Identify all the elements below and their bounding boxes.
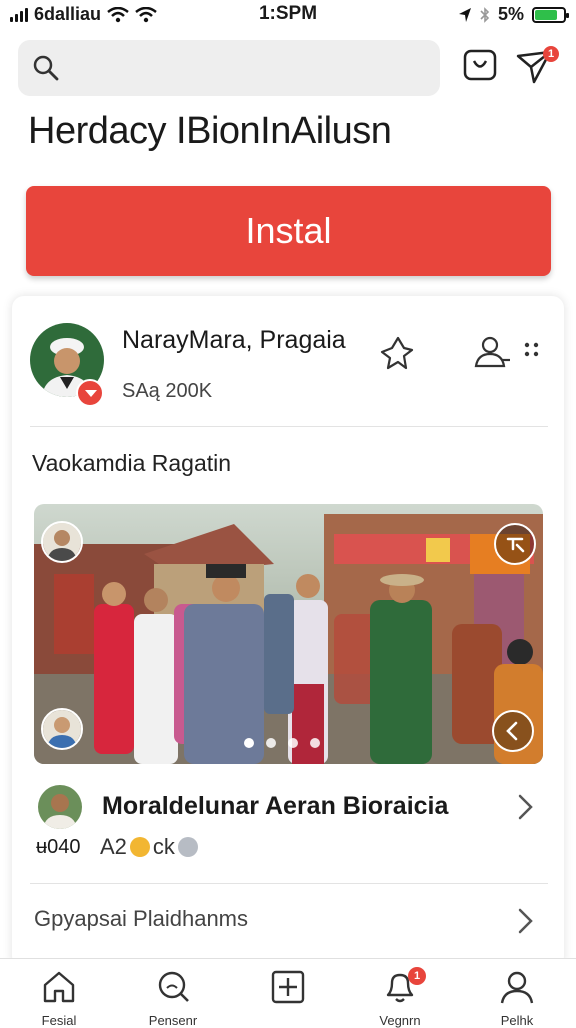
search-chat-icon [158,971,189,1002]
search-bar[interactable] [18,40,440,98]
comment-avatar[interactable] [38,785,82,829]
battery-icon [532,6,569,23]
carousel-dot[interactable] [244,738,254,748]
comment-meta-prefix: A2 [100,834,127,859]
page-title: Herdacy IBionInAilusn [28,110,392,152]
market-scene-image [34,504,543,764]
globe-icon [177,837,198,857]
emoji-icon [129,837,150,857]
comment-count: ʉ040 [36,836,81,858]
chevron-right-icon-2[interactable] [512,906,538,936]
carousel-dots[interactable] [244,738,320,748]
photo-next-button[interactable] [492,710,534,752]
tab-create[interactable] [240,959,336,1025]
battery-level [535,9,557,20]
status-right: 5% [458,4,569,25]
carousel-dot[interactable] [266,738,276,748]
bluetooth-icon [480,6,490,23]
photo-user-thumb-top[interactable] [41,521,83,563]
search-icon [33,55,59,81]
chevron-icon [506,721,518,741]
user-thumb-image-2 [43,710,81,748]
tab-notifications[interactable]: 1 Vegnrn [352,959,448,1028]
photo-action-button[interactable] [494,523,536,565]
profile-icon [500,971,534,1004]
post-caption: Vaokamdia Ragatin [32,450,232,476]
messages-icon[interactable] [460,46,500,86]
comment-avatar-image [38,785,82,829]
tab-label: Fesial [41,1013,77,1028]
home-icon [43,971,75,1003]
comment-meta: A2 ck [100,834,198,860]
chevron-right-icon[interactable] [512,792,538,822]
comment-title[interactable]: Moraldelunar Aeran Bioraicia [102,792,448,821]
user-thumb-image [43,523,81,561]
tab-badge: 1 [408,967,426,985]
tab-bar: Fesial Pensenr 1 Vegnrn Pelhk [0,958,576,1028]
follow-user-icon[interactable] [472,334,512,370]
tab-label: Pensenr [148,1013,198,1028]
tab-profile[interactable]: Pelhk [469,959,565,1028]
author-meta: SAą 200K [122,380,213,402]
more-options-icon[interactable] [522,340,542,360]
tab-search[interactable]: Pensenr [125,959,221,1028]
pin-icon[interactable] [378,334,418,374]
related-link[interactable]: Gpyapsai Plaidhanms [34,906,248,932]
divider-2 [30,883,548,884]
notification-badge: 1 [543,46,559,62]
tab-home[interactable]: Fesial [11,959,107,1028]
author-name[interactable]: NarayMara, Pragaia [122,326,346,355]
search-input[interactable] [74,40,428,98]
post-photo[interactable] [34,504,543,764]
status-bar: 6dalliau 1:SPM 5% [0,0,576,30]
carousel-dot[interactable] [310,738,320,748]
divider [30,426,548,427]
location-arrow-icon [458,7,471,22]
install-button[interactable]: Instal [26,186,551,276]
carousel-dot[interactable] [288,738,298,748]
crop-icon [506,537,525,553]
comment-meta-suffix: ck [152,834,175,859]
live-badge-icon [76,379,104,407]
battery-percent: 5% [497,4,524,24]
plus-square-icon [271,970,305,1004]
tab-label: Vegnrn [379,1013,421,1028]
tab-label: Pelhk [500,1013,534,1028]
photo-user-thumb-bottom[interactable] [41,708,83,750]
